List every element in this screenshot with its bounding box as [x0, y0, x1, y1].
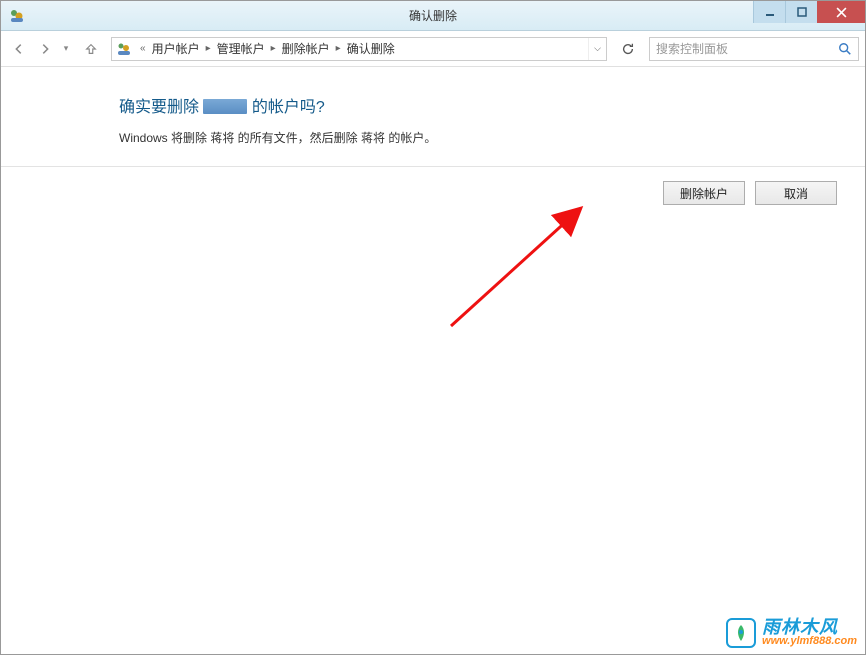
watermark: 雨林木风 www.ylmf888.com [726, 618, 857, 648]
breadcrumb-prefix: « [136, 43, 150, 54]
breadcrumb-item[interactable]: 管理帐户 [215, 37, 267, 60]
main-content: 确实要删除 的帐户吗? Windows 将删除 蒋将 的所有文件，然后删除 蒋将… [1, 67, 865, 146]
delete-account-button[interactable]: 删除帐户 [663, 181, 745, 205]
breadcrumb-item[interactable]: 用户帐户 [150, 37, 202, 60]
breadcrumb-dropdown-icon[interactable]: ⌵ [588, 38, 606, 60]
watermark-url: www.ylmf888.com [762, 636, 857, 648]
chevron-right-icon: ▸ [332, 43, 345, 54]
maximize-button[interactable] [785, 1, 817, 23]
window-title: 确认删除 [409, 7, 457, 24]
breadcrumb-item[interactable]: 确认删除 [345, 37, 397, 60]
window-titlebar: 确认删除 [1, 1, 865, 31]
redacted-username [203, 99, 247, 114]
action-row: 删除帐户 取消 [1, 166, 865, 205]
history-dropdown-icon[interactable]: ▾ [59, 43, 73, 54]
close-button[interactable] [817, 1, 865, 23]
app-icon [9, 8, 25, 24]
page-description: Windows 将删除 蒋将 的所有文件，然后删除 蒋将 的帐户。 [119, 129, 865, 146]
heading-prefix: 确实要删除 [119, 99, 199, 116]
search-button[interactable] [832, 38, 858, 60]
minimize-button[interactable] [753, 1, 785, 23]
navigation-bar: ▾ « 用户帐户 ▸ 管理帐户 ▸ 删除帐户 ▸ 确认删除 ⌵ [1, 31, 865, 67]
refresh-button[interactable] [615, 37, 641, 61]
window-controls [753, 1, 865, 23]
annotation-arrow [441, 196, 621, 336]
forward-button[interactable] [33, 37, 57, 61]
search-input[interactable] [650, 42, 832, 56]
up-button[interactable] [79, 37, 103, 61]
watermark-logo-icon [726, 618, 756, 648]
chevron-right-icon: ▸ [202, 43, 215, 54]
page-heading: 确实要删除 的帐户吗? [119, 93, 865, 117]
chevron-right-icon: ▸ [267, 43, 280, 54]
breadcrumb-item[interactable]: 删除帐户 [280, 37, 332, 60]
cancel-button[interactable]: 取消 [755, 181, 837, 205]
back-button[interactable] [7, 37, 31, 61]
watermark-name: 雨林木风 [762, 618, 857, 637]
breadcrumb[interactable]: « 用户帐户 ▸ 管理帐户 ▸ 删除帐户 ▸ 确认删除 ⌵ [111, 37, 607, 61]
heading-suffix: 的帐户吗? [252, 99, 325, 116]
user-accounts-icon [116, 41, 132, 57]
search-box [649, 37, 859, 61]
